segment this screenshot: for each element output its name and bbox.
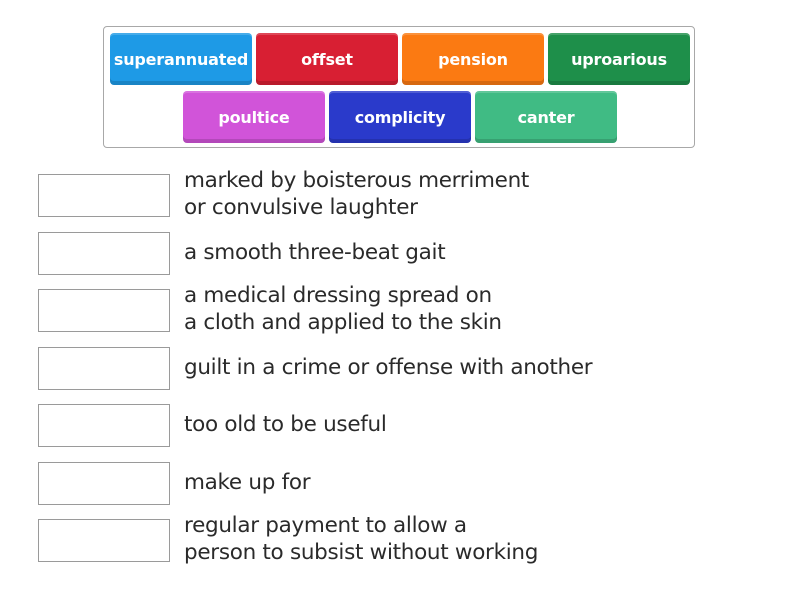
definition: too old to be useful [184, 411, 387, 438]
definition: a smooth three-beat gait [184, 239, 446, 266]
definition: regular payment to allow a person to sub… [184, 512, 538, 566]
tile-superannuated[interactable]: superannuated [110, 33, 252, 85]
definition-line: a smooth three-beat gait [184, 240, 446, 265]
answer-drop-zone[interactable] [38, 232, 170, 275]
definition-line: regular payment to allow a [184, 513, 467, 538]
definition-line: marked by boisterous merriment [184, 168, 530, 193]
answer-drop-zone[interactable] [38, 462, 170, 505]
definition-line: too old to be useful [184, 412, 387, 437]
tile-label: offset [301, 49, 353, 69]
tile-label: superannuated [113, 49, 249, 69]
answer-drop-zone[interactable] [38, 519, 170, 562]
tile-label: uproarious [571, 49, 667, 69]
definition: marked by boisterous merriment or convul… [184, 167, 529, 221]
match-row: a smooth three-beat gait [38, 232, 738, 276]
match-row: a medical dressing spread on a cloth and… [38, 283, 738, 335]
tile-offset[interactable]: offset [256, 33, 398, 85]
match-row: marked by boisterous merriment or convul… [38, 168, 738, 220]
definition-line: or convulsive laughter [184, 195, 418, 220]
definition: make up for [184, 469, 311, 496]
answer-drop-zone[interactable] [38, 347, 170, 390]
tile-label: pension [438, 49, 508, 69]
tile-complicity[interactable]: complicity [329, 91, 471, 143]
tile-uproarious[interactable]: uproarious [548, 33, 690, 85]
answer-drop-zone[interactable] [38, 289, 170, 332]
definition: guilt in a crime or offense with another [184, 354, 593, 381]
tile-canter[interactable]: canter [475, 91, 617, 143]
tile-poultice[interactable]: poultice [183, 91, 325, 143]
tile-pension[interactable]: pension [402, 33, 544, 85]
answer-drop-zone[interactable] [38, 174, 170, 217]
match-row: regular payment to allow a person to sub… [38, 513, 738, 565]
tile-label: poultice [218, 107, 290, 127]
tile-label: canter [517, 107, 575, 127]
match-row: make up for [38, 462, 738, 506]
answer-drop-zone[interactable] [38, 404, 170, 447]
tile-label: complicity [354, 107, 446, 127]
word-bank: superannuated offset pension uproarious … [103, 26, 695, 148]
definition-line: a cloth and applied to the skin [184, 310, 502, 335]
match-row: guilt in a crime or offense with another [38, 347, 738, 391]
definition-line: a medical dressing spread on [184, 283, 492, 308]
definition-line: person to subsist without working [184, 540, 539, 565]
definition-line: make up for [184, 470, 311, 495]
match-row: too old to be useful [38, 404, 738, 448]
definition: a medical dressing spread on a cloth and… [184, 282, 502, 336]
definition-line: guilt in a crime or offense with another [184, 355, 593, 380]
